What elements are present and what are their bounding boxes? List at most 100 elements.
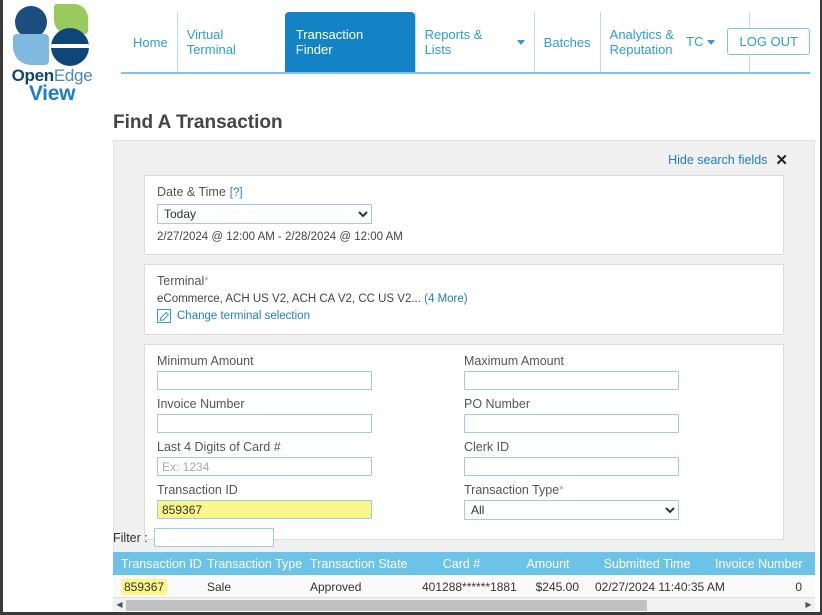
po-number-group: PO Number [464, 397, 771, 433]
header-actions: TC LOG OUT [686, 28, 810, 55]
column-header-amount[interactable]: Amount [509, 552, 587, 575]
minimum-amount-input[interactable] [157, 371, 372, 390]
terminal-selection-text: eCommerce, ACH US V2, ACH CA V2, CC US V… [157, 293, 771, 305]
column-header-transaction-id[interactable]: Transaction ID [113, 552, 202, 575]
column-header-card-number[interactable]: Card # [414, 552, 509, 575]
results-table: Transaction ID Transaction Type Transact… [113, 552, 815, 599]
nav-tab-virtual-terminal[interactable]: Virtual Terminal [176, 12, 285, 72]
column-header-transaction-type[interactable]: Transaction Type [199, 552, 302, 575]
maximum-amount-input[interactable] [464, 371, 679, 390]
transaction-type-select[interactable]: AllSaleRefundVoidAuth Only [464, 500, 679, 520]
invoice-number-label: Invoice Number [157, 397, 245, 411]
search-fields-card: Minimum Amount Invoice Number Last 4 Dig… [144, 344, 784, 540]
date-range-select[interactable]: TodayYesterdayThis WeekThis MonthCustom [157, 204, 372, 224]
cell-transaction-type: Sale [199, 575, 302, 599]
openedge-view-logo[interactable]: OpenEdge View [9, 4, 95, 104]
user-initials: TC [686, 34, 704, 49]
nav-tab-reports-lists[interactable]: Reports & Lists [414, 12, 534, 72]
date-time-label-row: Date & Time [?] [157, 185, 771, 199]
app-header: OpenEdge View Home Virtual Terminal Tran… [3, 0, 820, 104]
filter-label: Filter : [113, 530, 148, 545]
last-four-digits-group: Last 4 Digits of Card # [157, 440, 464, 476]
main-navigation: Home Virtual Terminal Transaction Finder… [121, 12, 810, 76]
nav-tab-home[interactable]: Home [121, 12, 177, 72]
hide-search-fields-link[interactable]: Hide search fields [668, 153, 767, 167]
transaction-type-required-marker: * [559, 484, 564, 496]
nav-tab-transaction-finder-label: Transaction Finder [295, 27, 364, 57]
nav-tab-home-label: Home [133, 34, 168, 50]
results-horizontal-scrollbar[interactable]: ◀ ▶ [113, 597, 815, 611]
results-table-body: 859367 Sale Approved 401288******1881 $2… [113, 575, 815, 599]
change-terminal-label: Change terminal selection [177, 310, 310, 322]
terminal-card: Terminal* eCommerce, ACH US V2, ACH CA V… [144, 264, 784, 335]
logo-circle-navy-icon [51, 28, 89, 66]
logo-text-view: View [28, 82, 76, 105]
logo-mark-group [13, 4, 91, 66]
minimum-amount-label: Minimum Amount [157, 354, 254, 368]
chevron-down-icon [707, 40, 716, 46]
column-header-po-number[interactable]: PO Nu [810, 552, 815, 575]
scroll-right-icon[interactable]: ▶ [802, 600, 815, 609]
column-header-transaction-state[interactable]: Transaction State [302, 552, 414, 575]
invoice-number-group: Invoice Number [157, 397, 464, 433]
clerk-id-label: Clerk ID [464, 440, 510, 454]
invoice-number-input[interactable] [157, 414, 372, 433]
transaction-type-label: Transaction Type* [464, 483, 771, 497]
terminal-more-link[interactable]: (4 More) [424, 293, 467, 305]
cell-card-number: 401288******1881 [414, 575, 517, 599]
date-time-label: Date & Time [157, 185, 226, 199]
nav-tab-reports-lists-label: Reports & Lists [424, 27, 483, 57]
transaction-id-value: 859367 [121, 579, 168, 595]
cell-submitted-time: 02/27/2024 11:40:35 AM [587, 575, 725, 599]
maximum-amount-label: Maximum Amount [464, 354, 565, 368]
maximum-amount-group: Maximum Amount [464, 354, 771, 390]
filter-input[interactable] [153, 528, 274, 547]
chevron-down-icon [516, 39, 525, 45]
scroll-left-icon[interactable]: ◀ [113, 600, 126, 609]
results-header-row: Transaction ID Transaction Type Transact… [113, 552, 815, 575]
browser-viewport: OpenEdge View Home Virtual Terminal Tran… [0, 0, 822, 615]
last-four-digits-input[interactable] [157, 457, 372, 476]
page-title: Find A Transaction [113, 112, 283, 133]
scrollbar-track[interactable] [126, 599, 802, 611]
transaction-id-group: Transaction ID [157, 483, 464, 519]
logout-button[interactable]: LOG OUT [727, 28, 810, 55]
column-header-invoice-number[interactable]: Invoice Number [707, 552, 810, 575]
filter-row: Filter : [113, 528, 274, 547]
last-four-digits-label: Last 4 Digits of Card # [157, 440, 281, 454]
date-range-text: 2/27/2024 @ 12:00 AM - 2/28/2024 @ 12:00… [157, 231, 403, 243]
nav-tab-virtual-terminal-label: Virtual Terminal [186, 27, 236, 57]
change-terminal-selection-link[interactable]: Change terminal selection [157, 309, 771, 323]
transaction-id-label: Transaction ID [157, 483, 238, 497]
transaction-type-label-text: Transaction Type [464, 483, 560, 497]
date-time-help-icon[interactable]: [?] [230, 187, 243, 199]
cell-transaction-id: 859367 [113, 575, 199, 599]
nav-tab-batches[interactable]: Batches [533, 12, 600, 72]
logo-wordmark: OpenEdge View [9, 67, 95, 104]
column-header-submitted-time[interactable]: Submitted Time [587, 552, 707, 575]
cell-po-number [810, 575, 815, 599]
logo-shape-lightblue-icon [13, 34, 49, 65]
terminal-label-row: Terminal* [157, 274, 771, 288]
date-time-card: Date & Time [?] TodayYesterdayThis WeekTh… [144, 175, 784, 255]
pencil-edit-icon [157, 309, 171, 323]
nav-tab-transaction-finder[interactable]: Transaction Finder [284, 12, 415, 72]
clerk-id-input[interactable] [464, 457, 679, 476]
hide-search-fields-row: Hide search fields ✕ [124, 149, 804, 175]
scrollbar-thumb[interactable] [126, 599, 647, 611]
search-fields-left-column: Minimum Amount Invoice Number Last 4 Dig… [157, 354, 464, 527]
minimum-amount-group: Minimum Amount [157, 354, 464, 390]
results-table-container: Transaction ID Transaction Type Transact… [113, 552, 815, 599]
po-number-input[interactable] [464, 414, 679, 433]
table-row[interactable]: 859367 Sale Approved 401288******1881 $2… [113, 575, 815, 599]
user-menu[interactable]: TC [686, 34, 716, 49]
cell-amount: $245.00 [509, 575, 587, 599]
search-fields-right-column: Maximum Amount PO Number Clerk ID Transa… [464, 354, 771, 527]
clerk-id-group: Clerk ID [464, 440, 771, 476]
close-icon[interactable]: ✕ [775, 151, 788, 169]
terminal-required-marker: * [204, 275, 209, 287]
transaction-id-input[interactable] [157, 500, 372, 519]
nav-underline [121, 72, 810, 74]
terminal-names: eCommerce, ACH US V2, ACH CA V2, CC US V… [157, 293, 421, 305]
cell-transaction-state: Approved [302, 575, 414, 599]
